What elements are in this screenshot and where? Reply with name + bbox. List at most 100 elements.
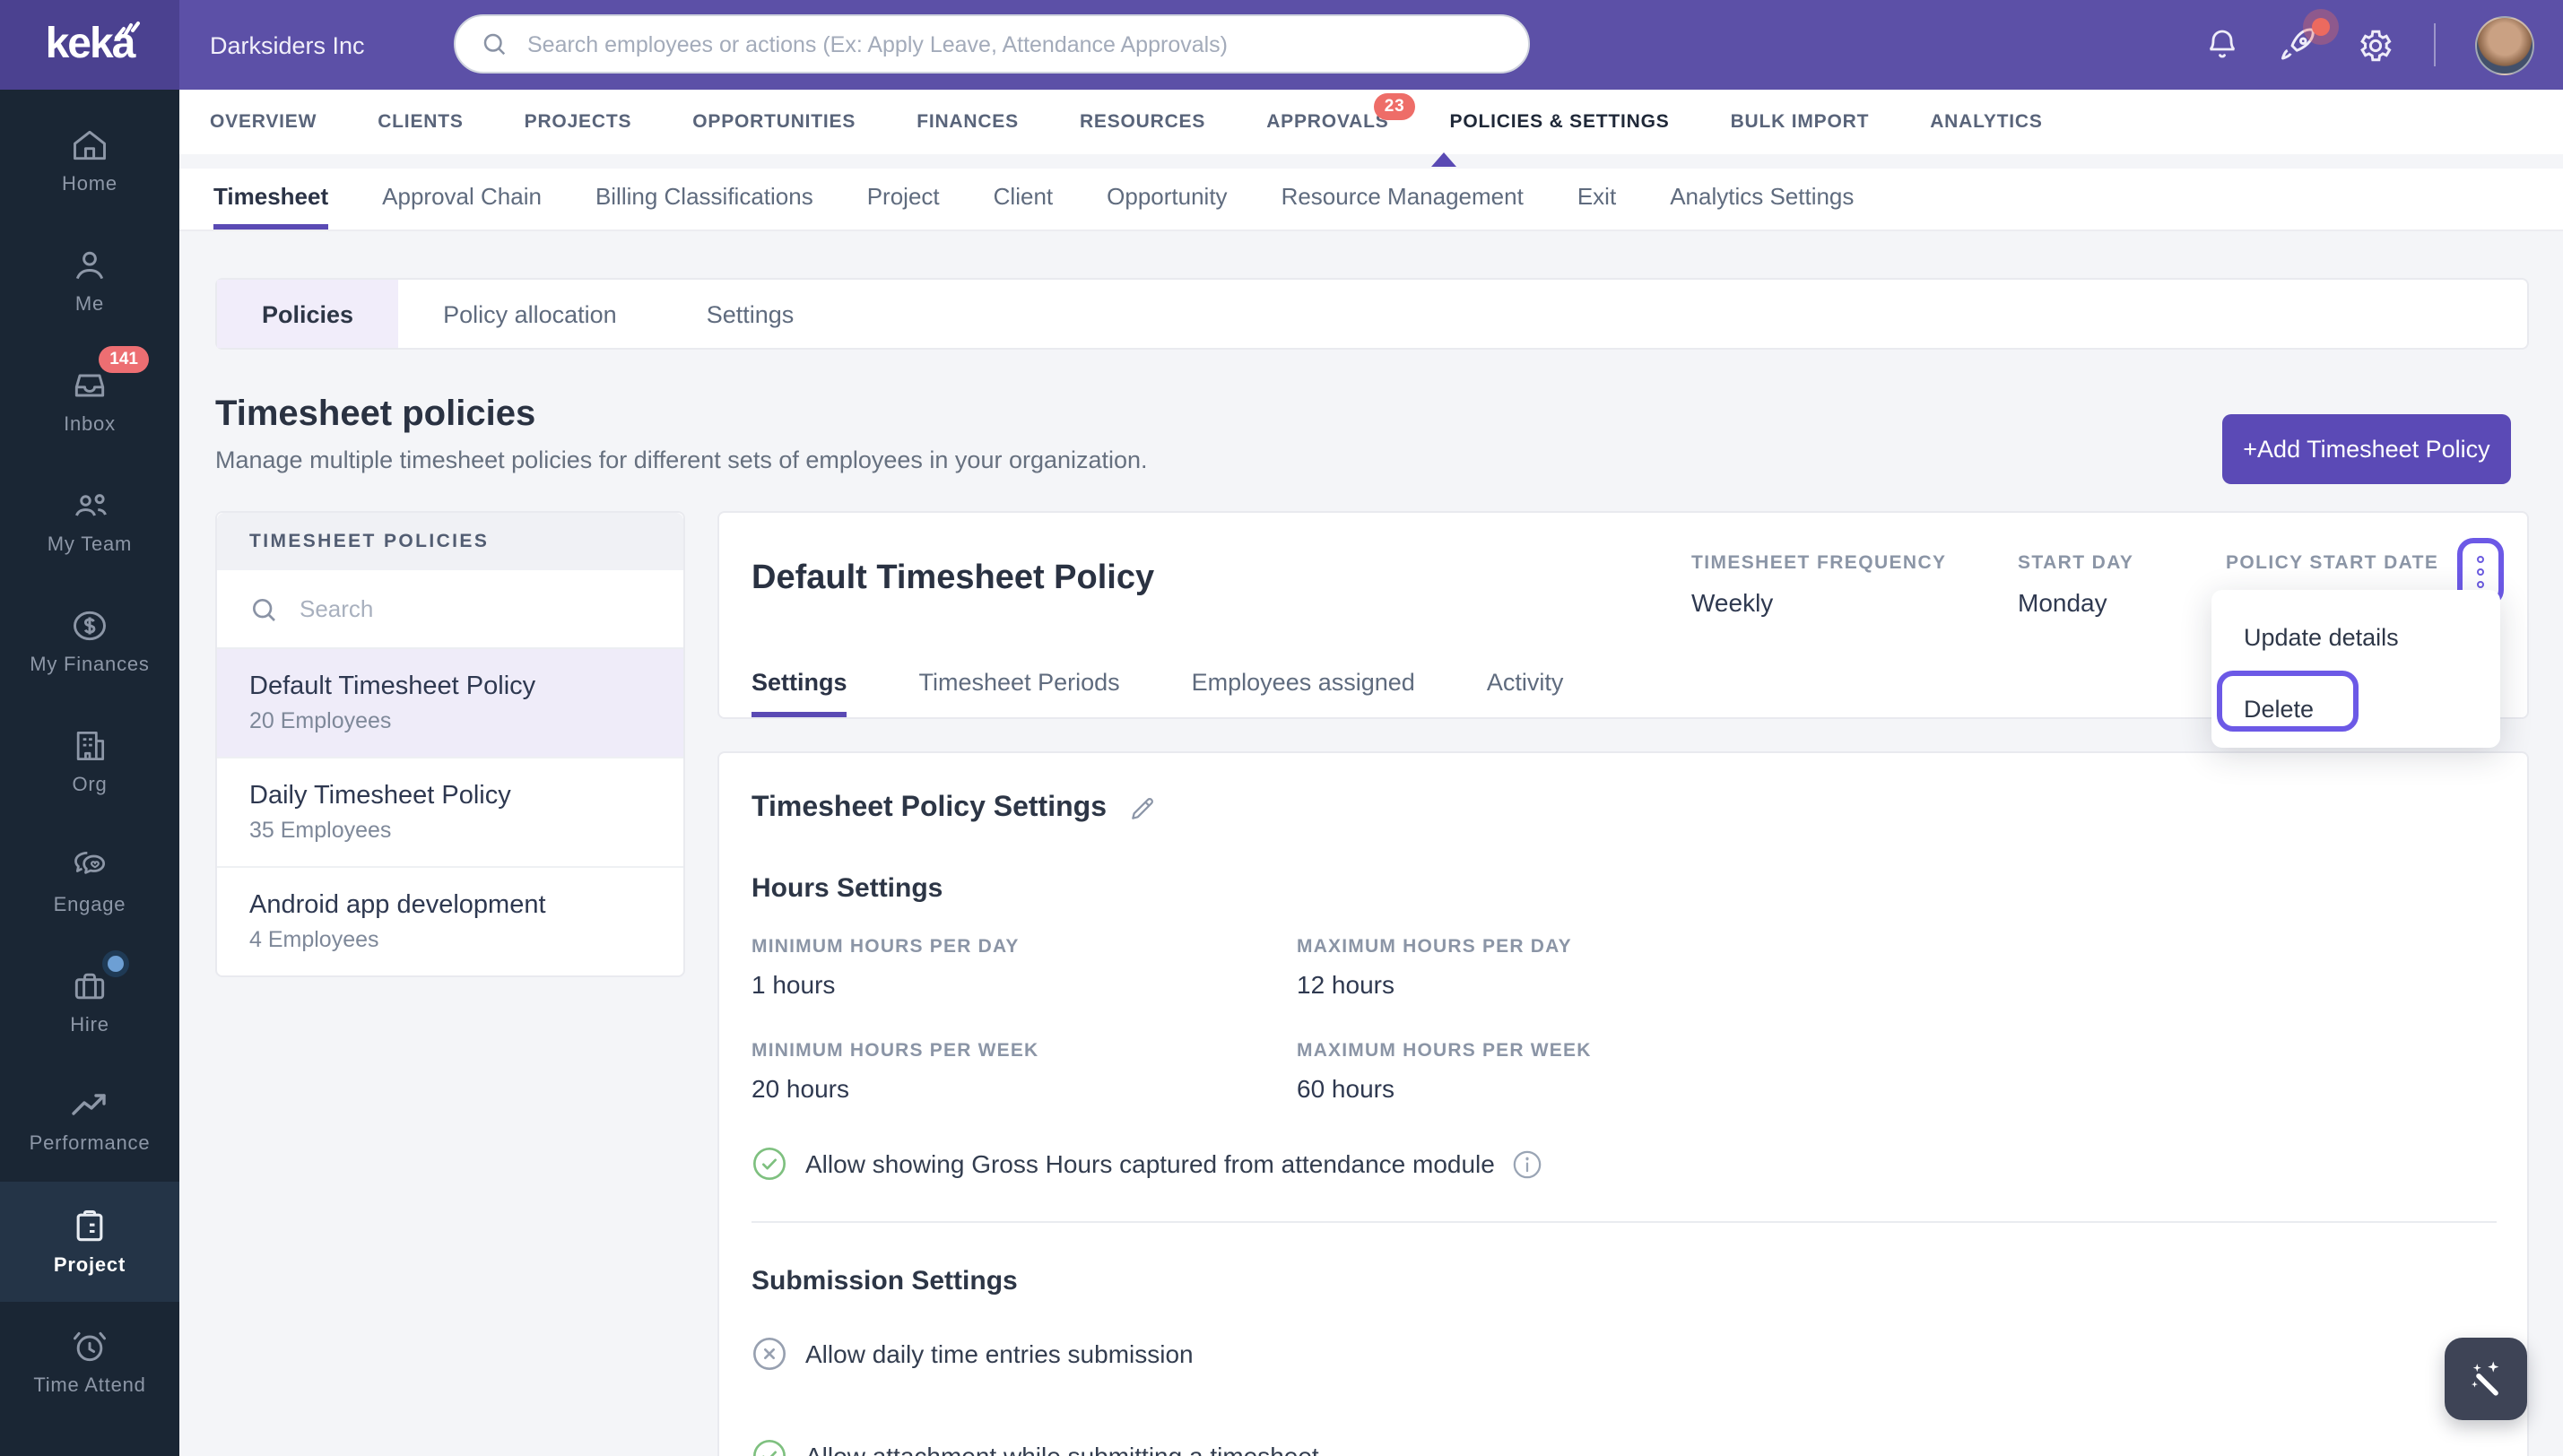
top-header: keka Darksiders Inc	[0, 0, 2563, 90]
policy-list-item[interactable]: Android app development 4 Employees	[217, 868, 683, 975]
sidebar-item-my-team[interactable]: My Team	[0, 461, 179, 581]
tab-policy-allocation[interactable]: Policy allocation	[398, 280, 662, 348]
gross-hours-setting: Allow showing Gross Hours captured from …	[752, 1146, 2495, 1182]
meta-start-day: START DAY Monday	[2018, 552, 2134, 617]
tab-timesheet-periods[interactable]: Timesheet Periods	[919, 653, 1120, 717]
app-root: keka Darksiders Inc Home	[0, 0, 2563, 1456]
edit-pencil-icon[interactable]	[1128, 794, 1157, 823]
hours-settings-grid: MINIMUM HOURS PER DAY 1 hours MAXIMUM HO…	[752, 936, 2495, 1103]
sidebar-item-me[interactable]: Me	[0, 221, 179, 341]
policies-section-tabs: Policies Policy allocation Settings	[215, 278, 2529, 350]
add-timesheet-policy-button[interactable]: +Add Timesheet Policy	[2222, 414, 2511, 484]
min-hours-per-day: MINIMUM HOURS PER DAY 1 hours	[752, 936, 1020, 999]
check-circle-icon	[753, 1148, 786, 1180]
subtab-approval-chain[interactable]: Approval Chain	[382, 169, 542, 230]
subtab-project[interactable]: Project	[867, 169, 940, 230]
keka-logo[interactable]: keka	[0, 0, 179, 90]
dollar-circle-icon	[70, 606, 109, 646]
tab-clients[interactable]: CLIENTS	[378, 111, 463, 133]
tab-employees-assigned[interactable]: Employees assigned	[1192, 653, 1415, 717]
search-icon	[483, 33, 506, 56]
meta-timesheet-frequency: TIMESHEET FREQUENCY Weekly	[1691, 552, 1947, 617]
min-hours-per-week: MINIMUM HOURS PER WEEK 20 hours	[752, 1040, 1039, 1103]
subtab-timesheet[interactable]: Timesheet	[213, 169, 329, 230]
policies-panel-header: TIMESHEET POLICIES	[217, 513, 683, 570]
home-icon	[70, 126, 109, 165]
tab-projects[interactable]: PROJECTS	[525, 111, 632, 133]
policy-settings-card: Timesheet Policy Settings Hours Settings…	[717, 751, 2529, 1456]
tab-opportunities[interactable]: OPPORTUNITIES	[692, 111, 856, 133]
header-divider	[2434, 23, 2436, 66]
logo-spark-icon	[115, 22, 140, 39]
sidebar-item-project[interactable]: Project	[0, 1182, 179, 1302]
sidebar-item-inbox[interactable]: 141 Inbox	[0, 341, 179, 461]
tab-overview[interactable]: OVERVIEW	[210, 111, 317, 133]
rocket-badge-dot	[2312, 17, 2330, 35]
subtab-resource-management[interactable]: Resource Management	[1282, 169, 1524, 230]
menu-item-delete[interactable]: Delete	[2211, 672, 2500, 744]
policy-list-item[interactable]: Daily Timesheet Policy 35 Employees	[217, 758, 683, 868]
rocket-icon[interactable]	[2280, 17, 2330, 64]
sidebar-item-engage[interactable]: Engage	[0, 821, 179, 941]
policies-search-input[interactable]	[296, 594, 651, 624]
subtab-billing-classifications[interactable]: Billing Classifications	[595, 169, 813, 230]
sidebar-item-hire[interactable]: Hire	[0, 941, 179, 1062]
policies-search[interactable]	[217, 570, 683, 649]
menu-item-update-details[interactable]: Update details	[2211, 590, 2500, 672]
tab-approvals[interactable]: APPROVALS 23	[1266, 93, 1416, 133]
subtab-opportunity[interactable]: Opportunity	[1107, 169, 1227, 230]
tab-policies-settings[interactable]: POLICIES & SETTINGS	[1450, 111, 1670, 133]
sidebar-item-time-attend[interactable]: Time Attend	[0, 1302, 179, 1422]
tab-bulk-import[interactable]: BULK IMPORT	[1731, 111, 1870, 133]
briefcase-icon	[70, 956, 124, 1006]
search-icon	[253, 598, 275, 620]
page-description: Manage multiple timesheet policies for d…	[215, 446, 1148, 473]
alarm-clock-icon	[70, 1327, 109, 1366]
global-search[interactable]	[454, 14, 1530, 74]
hire-badge-dot	[108, 956, 124, 972]
tab-policy-settings[interactable]: Settings	[752, 653, 847, 717]
subtab-exit[interactable]: Exit	[1577, 169, 1616, 230]
sidebar-item-my-finances[interactable]: My Finances	[0, 581, 179, 701]
settings-subnav: Timesheet Approval Chain Billing Classif…	[179, 169, 2563, 231]
magic-wand-fab[interactable]	[2445, 1338, 2527, 1420]
active-tab-indicator	[1431, 152, 1456, 167]
bell-icon[interactable]	[2204, 27, 2240, 63]
gear-icon[interactable]	[2357, 26, 2394, 64]
tab-activity[interactable]: Activity	[1487, 653, 1564, 717]
building-icon	[70, 726, 109, 766]
section-divider	[752, 1221, 2497, 1223]
policy-detail-tabs: Settings Timesheet Periods Employees ass…	[752, 653, 1563, 717]
magic-wand-icon	[2471, 1361, 2499, 1396]
sidebar-item-org[interactable]: Org	[0, 701, 179, 821]
inbox-icon: 141	[70, 346, 149, 405]
left-rail: Home Me 141 Inbox My Team My Finances Or…	[0, 90, 179, 1456]
inbox-badge: 141	[99, 346, 149, 373]
policy-detail-title: Default Timesheet Policy	[752, 559, 1155, 597]
subtab-client[interactable]: Client	[994, 169, 1054, 230]
attachment-setting: Allow attachment while submitting a time…	[752, 1438, 2495, 1456]
policy-actions-menu: Update details Delete	[2211, 590, 2500, 748]
nav-gap	[179, 152, 2563, 169]
kebab-icon	[2477, 556, 2484, 563]
tab-resources[interactable]: RESOURCES	[1080, 111, 1205, 133]
daily-entries-setting: Allow daily time entries submission	[752, 1336, 2495, 1372]
sidebar-item-home[interactable]: Home	[0, 100, 179, 221]
page-title: Timesheet policies	[215, 394, 536, 434]
tab-analytics[interactable]: ANALYTICS	[1930, 111, 2042, 133]
hours-settings-heading: Hours Settings	[752, 873, 943, 904]
tab-finances[interactable]: FINANCES	[917, 111, 1019, 133]
avatar[interactable]	[2475, 15, 2534, 74]
max-hours-per-day: MAXIMUM HOURS PER DAY 12 hours	[1297, 936, 1572, 999]
subtab-analytics-settings[interactable]: Analytics Settings	[1670, 169, 1854, 230]
max-hours-per-week: MAXIMUM HOURS PER WEEK 60 hours	[1297, 1040, 1592, 1103]
company-name: Darksiders Inc	[210, 31, 365, 58]
sidebar-item-performance[interactable]: Performance	[0, 1062, 179, 1182]
info-icon[interactable]	[1513, 1148, 1543, 1179]
tab-policies[interactable]: Policies	[217, 280, 399, 348]
settings-heading: Timesheet Policy Settings	[752, 793, 2495, 825]
header-icons	[2204, 0, 2534, 90]
policy-list-item[interactable]: Default Timesheet Policy 20 Employees	[217, 649, 683, 758]
global-search-input[interactable]	[524, 30, 1503, 58]
tab-settings[interactable]: Settings	[662, 280, 839, 348]
